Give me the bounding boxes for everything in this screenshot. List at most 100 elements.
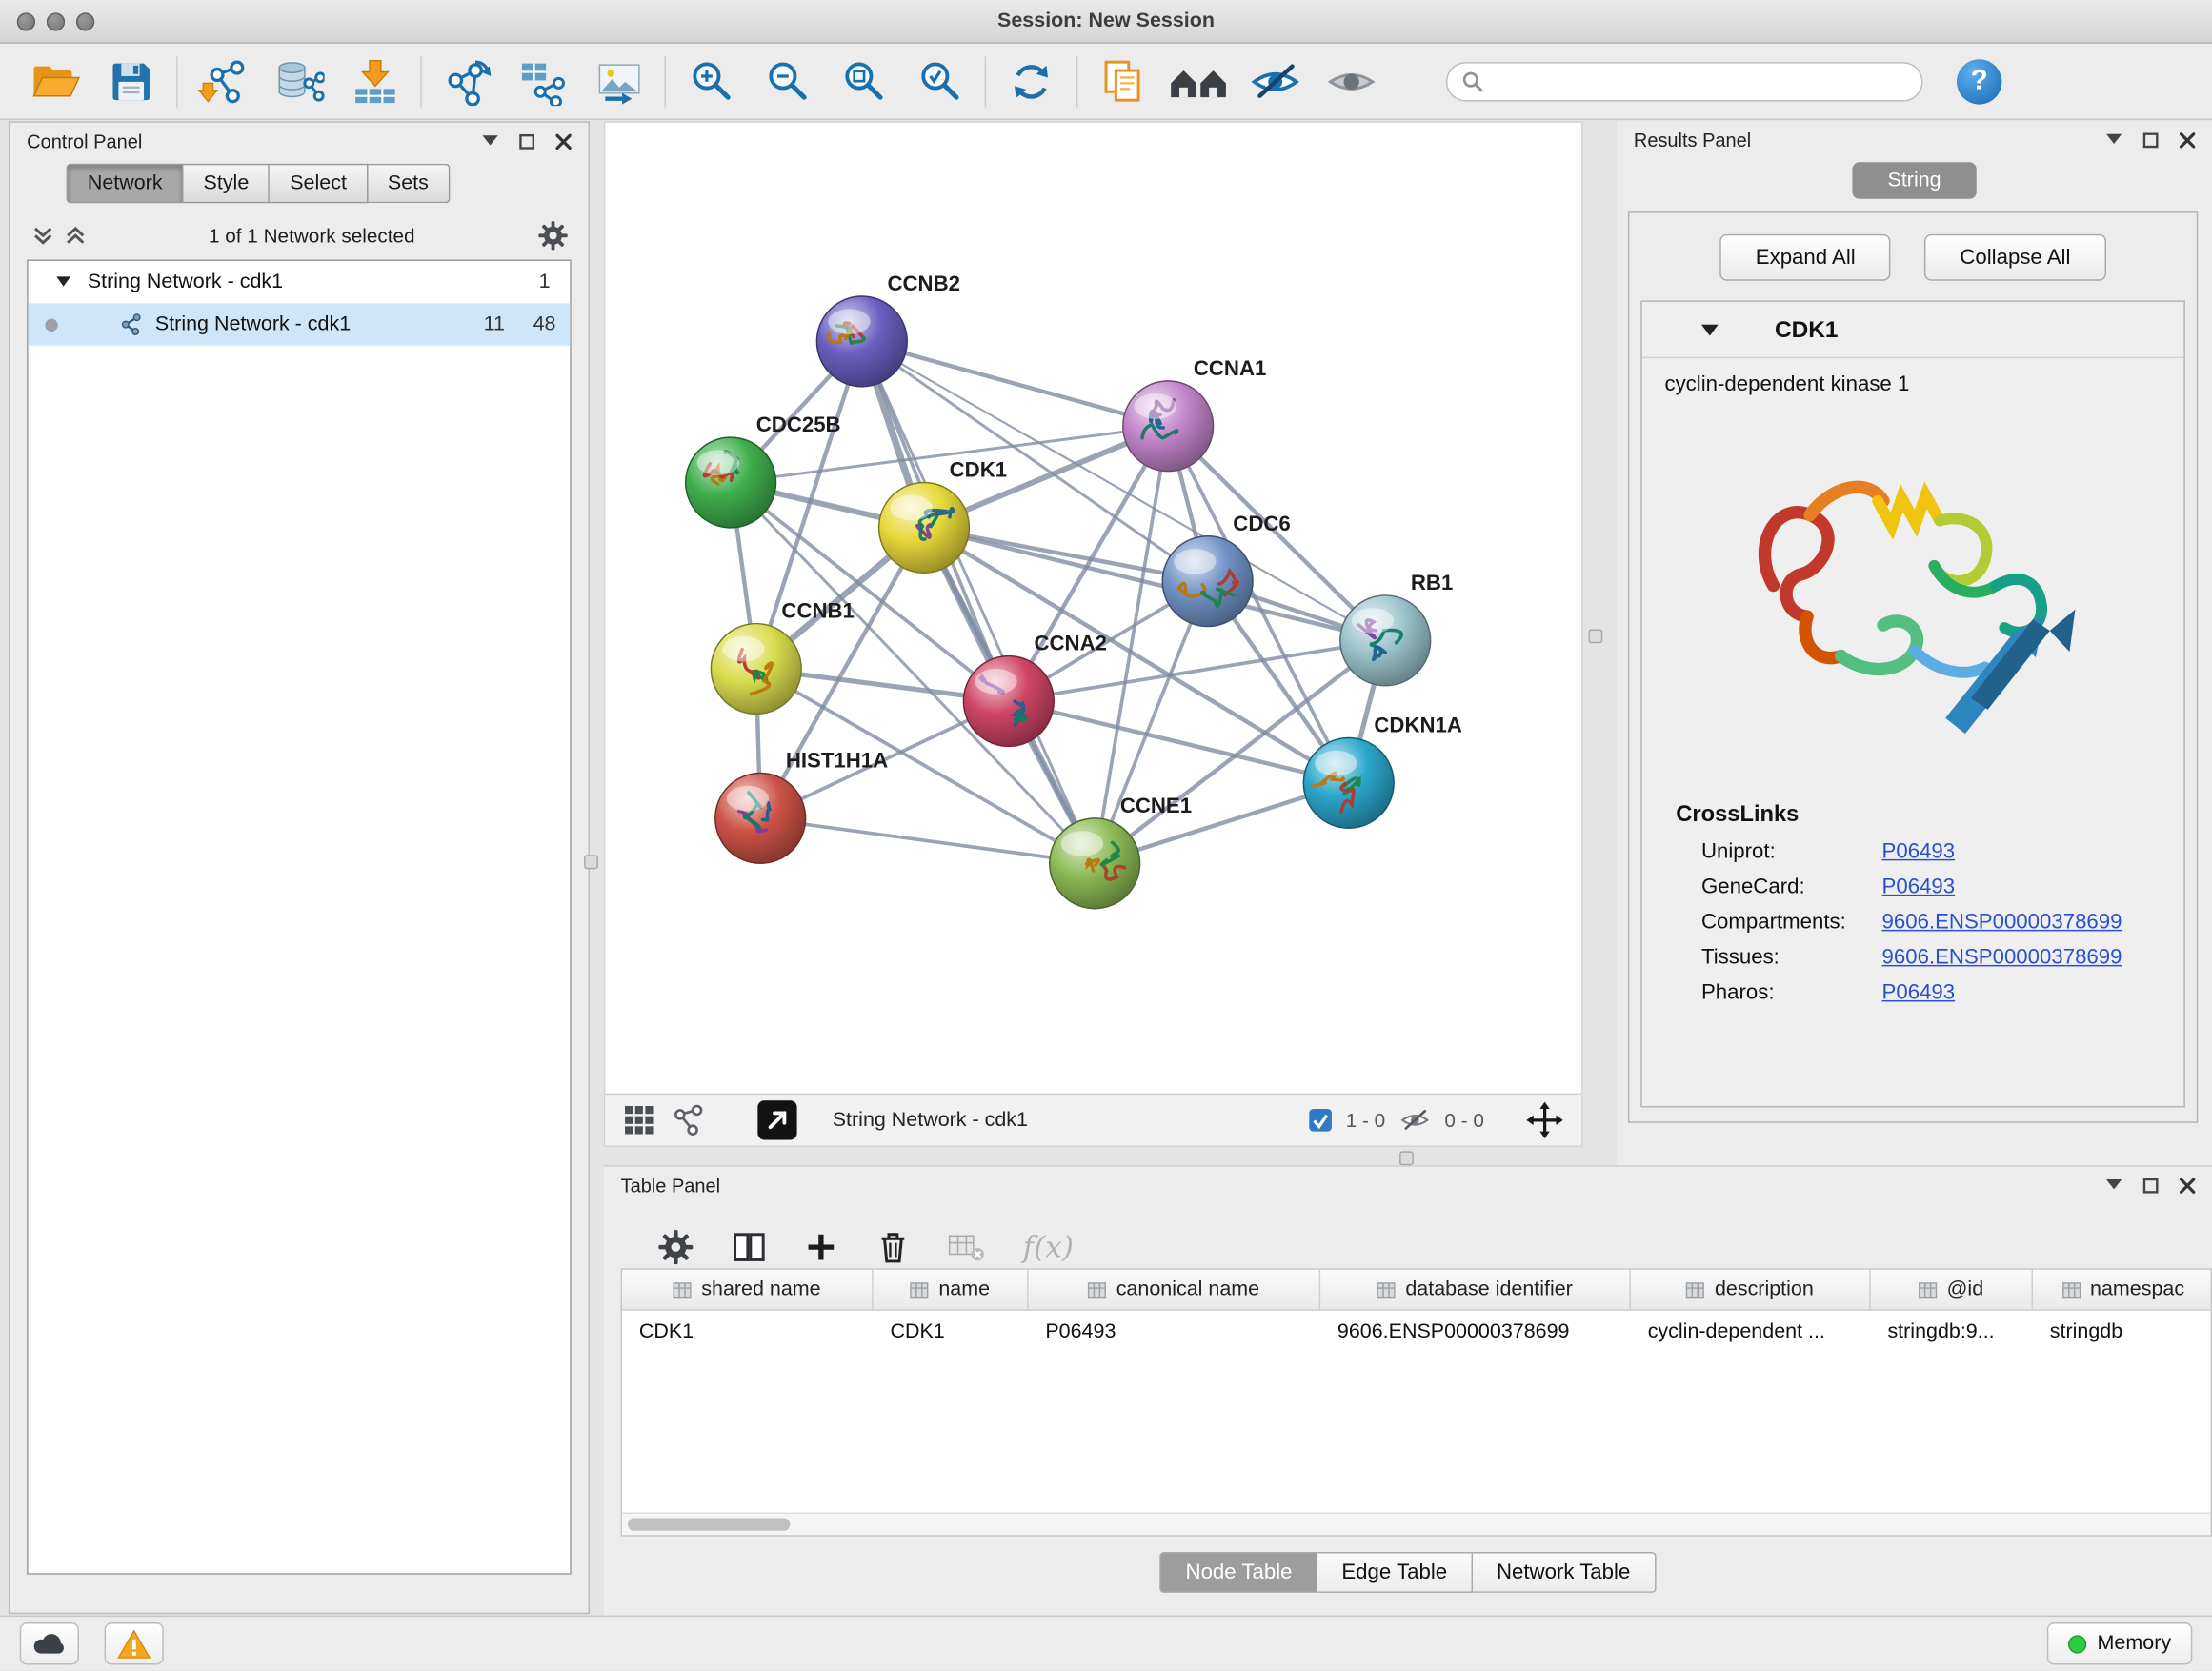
column-header[interactable]: name [874,1270,1029,1309]
hide-selected-button[interactable] [1237,49,1314,113]
overview-icon[interactable] [673,1105,704,1137]
tab-edge-table[interactable]: Edge Table [1317,1552,1473,1593]
bottom-splitter-handle[interactable] [1399,1151,1414,1165]
gene-section-header[interactable]: CDK1 [1642,302,2184,358]
tab-select[interactable]: Select [270,164,368,203]
expand-all-button[interactable]: Expand All [1720,234,1891,281]
panel-close-icon[interactable] [2180,1178,2195,1193]
selected-checkbox-icon[interactable] [1308,1108,1334,1134]
network-options-gear-icon[interactable] [537,220,569,252]
horizontal-scrollbar[interactable] [622,1513,2210,1536]
minimize-window-button[interactable] [47,12,65,30]
node-label: CCNB1 [781,599,855,623]
right-splitter-handle[interactable] [1588,629,1602,643]
tab-style[interactable]: Style [184,164,271,203]
open-session-button[interactable] [17,49,93,113]
import-table-button[interactable] [337,49,413,113]
search-input[interactable] [1494,69,1907,94]
zoom-out-button[interactable] [749,49,825,113]
column-header[interactable]: canonical name [1029,1270,1321,1309]
new-network-button[interactable] [429,49,505,113]
network-edge[interactable] [760,818,1095,863]
cloud-status-button[interactable] [20,1622,79,1664]
import-network-file-button[interactable] [185,49,261,113]
save-session-button[interactable] [93,49,170,113]
panel-menu-icon[interactable] [482,135,497,147]
section-collapse-icon[interactable] [1701,325,1719,337]
import-network-database-button[interactable] [261,49,337,113]
network-icon [442,57,493,105]
left-splitter-handle[interactable] [584,855,598,869]
home-view-button[interactable] [1161,49,1237,113]
panel-close-icon[interactable] [2180,131,2195,147]
network-graph[interactable]: CCNB2CCNA1CDC25BCDK1CDC6RB1CCNB1CCNA2CDK… [605,123,1581,1094]
tree-expand-icon[interactable] [56,276,70,288]
panel-menu-icon[interactable] [2106,1179,2122,1191]
crosslink-link[interactable]: P06493 [1882,875,1956,898]
network-node[interactable]: CCNA1 [1123,356,1267,472]
open-external-button[interactable] [757,1100,796,1139]
network-row-selected[interactable]: String Network - cdk1 11 48 [29,303,571,345]
copy-document-button[interactable] [1085,49,1161,113]
column-header[interactable]: shared name [622,1270,874,1309]
hidden-eye-slash-icon[interactable] [1398,1106,1433,1135]
panel-float-icon[interactable] [2142,131,2158,147]
crosslink-link[interactable]: P06493 [1882,980,1956,1004]
import-network-icon [197,57,248,105]
crosslink-link[interactable]: P06493 [1882,839,1956,863]
panel-float-icon[interactable] [2142,1178,2158,1193]
panel-close-icon[interactable] [555,133,571,149]
collapse-all-icon[interactable] [32,226,53,246]
tab-sets[interactable]: Sets [368,164,450,203]
zoom-fit-button[interactable] [825,49,901,113]
network-node[interactable]: CCNB1 [711,599,855,715]
zoom-in-button[interactable] [673,49,749,113]
close-window-button[interactable] [17,12,35,30]
crosslink-link[interactable]: 9606.ENSP00000378699 [1882,910,2122,934]
network-edge[interactable] [862,341,1095,863]
add-icon[interactable] [804,1230,838,1264]
zoom-selected-button[interactable] [901,49,977,113]
panel-float-icon[interactable] [519,133,534,149]
crosslink-link[interactable]: 9606.ENSP00000378699 [1882,945,2122,969]
tab-network-table[interactable]: Network Table [1473,1552,1656,1593]
table-panel-title: Table Panel [621,1175,720,1196]
column-header[interactable]: database identifier [1320,1270,1631,1309]
column-header[interactable]: @id [1871,1270,2033,1309]
table-row[interactable]: CDK1 CDK1 P06493 9606.ENSP00000378699 cy… [622,1311,2210,1352]
network-node[interactable]: RB1 [1340,571,1453,686]
tab-string[interactable]: String [1852,162,1976,199]
network-node[interactable]: HIST1H1A [715,749,888,864]
network-node[interactable]: CDC6 [1162,512,1290,627]
network-edge[interactable] [862,341,1168,426]
warnings-button[interactable] [105,1622,164,1664]
export-image-button[interactable] [581,49,657,113]
help-button[interactable]: ? [1957,58,2001,103]
memory-button[interactable]: Memory [2046,1622,2192,1664]
table-settings-gear-icon[interactable] [657,1229,694,1266]
pan-tool-icon[interactable] [1526,1102,1563,1139]
toolbar-search[interactable] [1446,61,1923,100]
network-collection-row[interactable]: String Network - cdk1 1 [29,261,571,303]
refresh-layout-button[interactable] [994,49,1070,113]
expand-all-icon[interactable] [65,226,86,246]
new-network-from-table-button[interactable] [505,49,581,113]
network-node[interactable]: CDK1 [879,458,1007,574]
panel-menu-icon[interactable] [2106,134,2122,146]
network-node[interactable]: CDKN1A [1303,714,1462,829]
node-table[interactable]: shared name name canonical name database… [621,1268,2212,1536]
network-view[interactable]: CCNB2CCNA1CDC25BCDK1CDC6RB1CCNB1CCNA2CDK… [604,121,1583,1147]
zoom-window-button[interactable] [76,12,94,30]
tab-node-table[interactable]: Node Table [1160,1552,1317,1593]
column-header[interactable]: namespac [2033,1270,2212,1309]
collapse-all-button[interactable]: Collapse All [1924,234,2105,281]
scrollbar-thumb[interactable] [628,1518,790,1530]
show-all-button[interactable] [1314,49,1390,113]
grid-view-icon[interactable] [624,1105,655,1137]
network-node[interactable]: CCNB2 [816,272,960,387]
show-columns-icon[interactable] [733,1230,767,1264]
column-header[interactable]: description [1631,1270,1871,1309]
trash-icon[interactable] [876,1229,911,1266]
tab-network[interactable]: Network [67,164,184,203]
eye-icon [1325,57,1378,105]
